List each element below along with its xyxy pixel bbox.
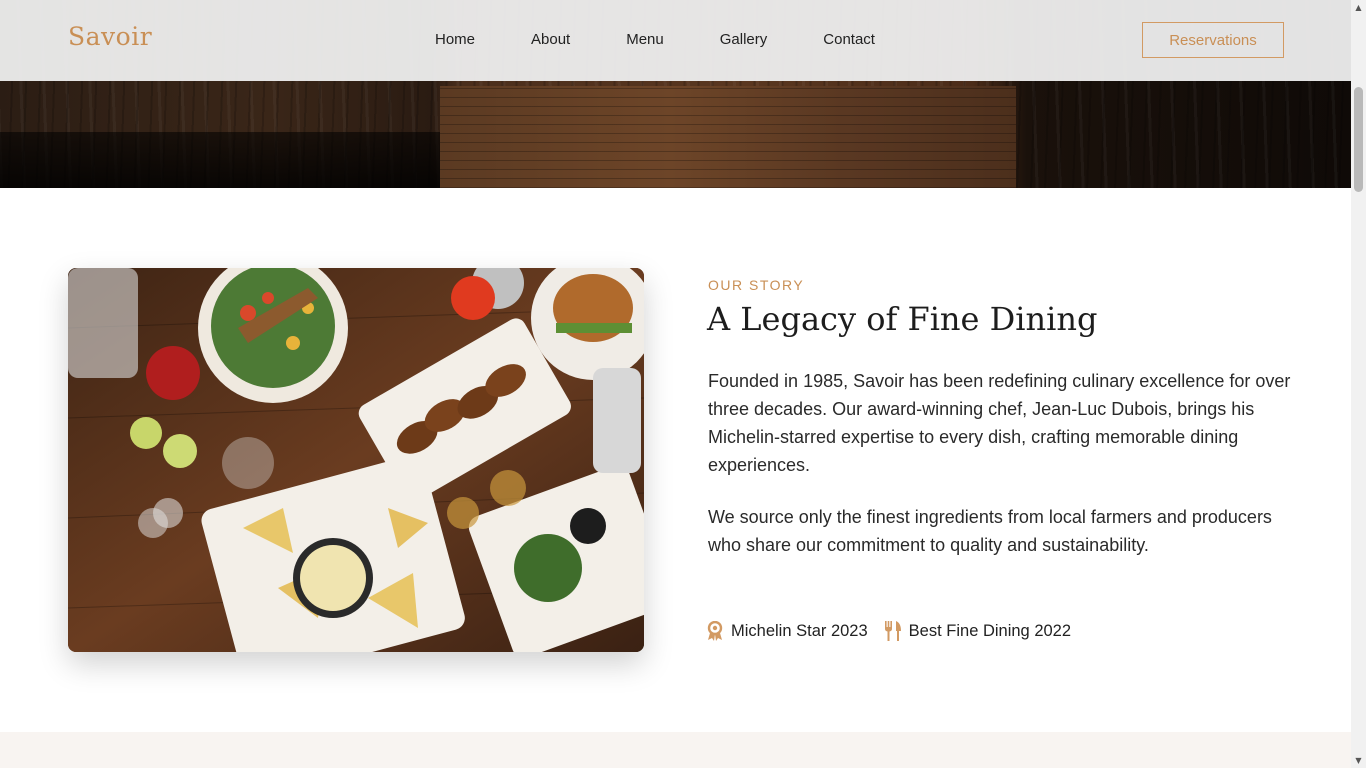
hero-wood-shadow [0, 132, 440, 188]
scroll-thumb[interactable] [1354, 87, 1363, 192]
page-scrollbar[interactable]: ▲ ▼ [1351, 0, 1366, 768]
next-section [0, 732, 1351, 768]
section-title: A Legacy of Fine Dining [707, 300, 1098, 338]
award-best-fine-dining: Best Fine Dining 2022 [884, 620, 1071, 642]
award-label: Michelin Star 2023 [731, 621, 868, 640]
hero-wood-board [440, 86, 1016, 188]
nav-menu[interactable]: Menu [626, 31, 664, 48]
award-icon [706, 620, 724, 642]
main-nav: Home About Menu Gallery Contact [435, 31, 931, 48]
nav-about[interactable]: About [531, 31, 570, 48]
nav-gallery[interactable]: Gallery [720, 31, 768, 48]
nav-home[interactable]: Home [435, 31, 475, 48]
awards-list: Michelin Star 2023 Best Fine Dining 2022 [706, 620, 1087, 642]
food-illustration [68, 268, 644, 652]
award-michelin: Michelin Star 2023 [706, 620, 868, 642]
story-paragraph-1: Founded in 1985, Savoir has been redefin… [708, 371, 1291, 475]
scroll-down-arrow-icon[interactable]: ▼ [1351, 753, 1366, 768]
logo[interactable]: Savoir [68, 22, 152, 51]
award-label: Best Fine Dining 2022 [908, 621, 1072, 640]
utensils-icon [884, 620, 902, 642]
section-kicker: OUR STORY [708, 277, 805, 293]
story-paragraph-2: We source only the finest ingredients fr… [708, 507, 1272, 555]
nav-contact[interactable]: Contact [823, 31, 875, 48]
site-header: Savoir Home About Menu Gallery Contact R… [0, 0, 1351, 81]
reservations-button[interactable]: Reservations [1142, 22, 1284, 58]
scroll-up-arrow-icon[interactable]: ▲ [1351, 0, 1366, 15]
food-table-image [68, 268, 644, 652]
